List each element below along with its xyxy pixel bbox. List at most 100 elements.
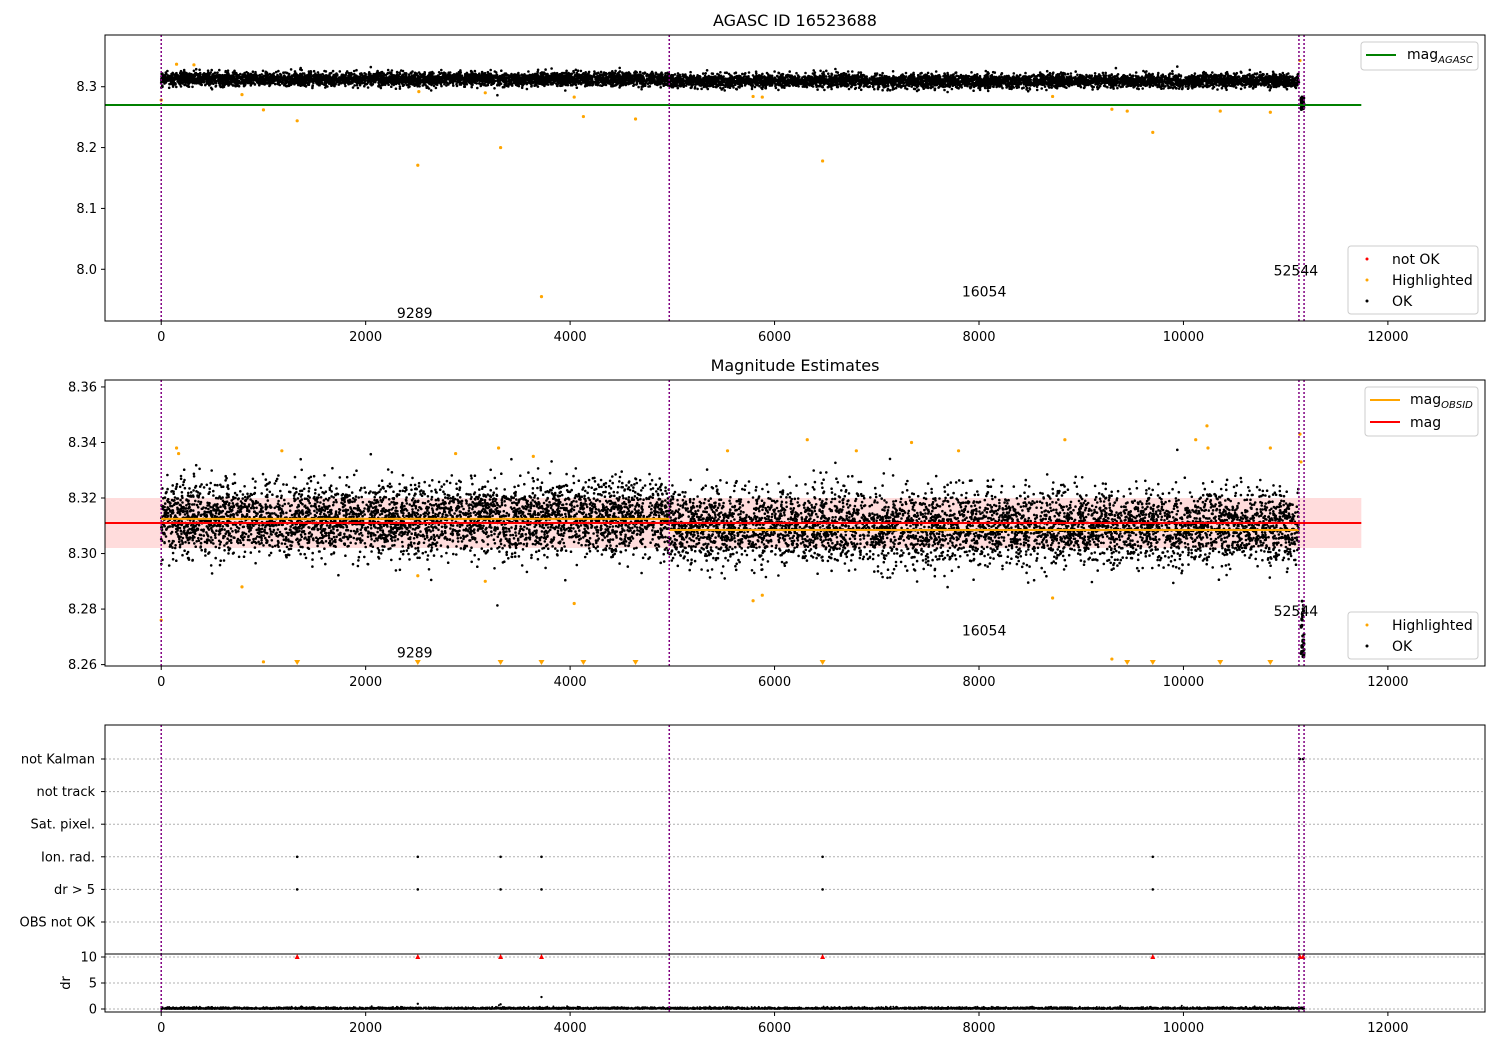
y-tick-label: 8.2 [76, 141, 97, 156]
x-tick-label: 8000 [962, 1021, 995, 1036]
y-tick-label: 0 [89, 1003, 97, 1018]
highlighted-point [1110, 657, 1114, 661]
ok-point [1300, 599, 1304, 603]
highlighted-point [1125, 109, 1129, 113]
legend-swatch-ok [1365, 644, 1369, 648]
flag-label: Ion. rad. [41, 850, 95, 865]
highlighted-point [581, 114, 586, 119]
x-tick-label: 2000 [349, 330, 382, 345]
highlighted-point [454, 451, 458, 456]
x-tick-label: 8000 [962, 675, 995, 690]
highlighted-point [956, 449, 961, 453]
highlighted-point [531, 454, 535, 458]
x-tick-label: 0 [157, 330, 165, 345]
legend-label-ok: OK [1392, 639, 1413, 655]
highlighted-point [1051, 94, 1055, 99]
highlighted-point [751, 94, 755, 99]
legend-label-highlighted: Highlighted [1392, 618, 1473, 634]
obsid-label-16054: 16054 [962, 285, 1007, 301]
obsid-label-9289: 9289 [397, 646, 433, 662]
ylabel-dr: dr [59, 976, 74, 990]
highlighted-point [1110, 107, 1114, 111]
x-tick-label: 10000 [1163, 1021, 1204, 1036]
y-tick-label: 8.34 [68, 436, 97, 451]
dr-outlier-point [540, 995, 543, 999]
highlighted-point [539, 295, 544, 299]
legend-magnitude-points: Highlighted OK [1347, 611, 1479, 660]
y-tick-label: 8.1 [76, 202, 97, 217]
highlighted-point [1151, 130, 1155, 134]
flag-point [821, 888, 824, 891]
legend-label-highlighted: Highlighted [1392, 273, 1473, 289]
highlighted-point [261, 108, 266, 112]
x-tick-label: 12000 [1367, 1021, 1408, 1036]
x-tick-label: 2000 [349, 1021, 382, 1036]
highlighted-point [295, 119, 299, 123]
flag-point [499, 888, 502, 891]
highlighted-point [1205, 424, 1209, 428]
highlighted-point [572, 601, 576, 606]
highlighted-point [854, 449, 858, 453]
x-tick-label: 10000 [1163, 330, 1204, 345]
x-tick-label: 4000 [554, 330, 587, 345]
highlighted-point [572, 95, 576, 99]
x-tick-label: 6000 [758, 1021, 791, 1036]
highlighted-point [496, 446, 501, 450]
highlighted-point [633, 117, 638, 121]
flag-point [416, 888, 420, 891]
highlighted-point [725, 449, 730, 453]
x-tick-label: 12000 [1367, 330, 1408, 345]
highlighted-point [174, 62, 179, 66]
x-tick-label: 2000 [349, 675, 382, 690]
highlighted-point [1063, 438, 1067, 442]
legend-agasc-line: magAGASC [1360, 41, 1479, 71]
y-tick-label: 8.32 [68, 492, 97, 507]
x-tick-label: 12000 [1367, 675, 1408, 690]
highlighted-point [192, 63, 196, 67]
flag-point [540, 855, 543, 859]
panel-title-magnitude: Magnitude Estimates [711, 356, 880, 375]
legend-swatch-ok [1365, 299, 1369, 303]
ok-point [1300, 623, 1304, 627]
legend-label-ok: OK [1392, 294, 1413, 310]
legend-magnitude-lines: magOBSID mag [1364, 386, 1479, 437]
flag-point [1151, 855, 1155, 859]
legend-label-mag: mag [1410, 415, 1441, 431]
flag-label: Sat. pixel. [31, 818, 95, 833]
y-tick-label: 8.26 [68, 658, 97, 673]
flag-point [295, 855, 299, 859]
highlighted-point [416, 574, 420, 578]
legend-swatch-not-ok [1365, 257, 1369, 261]
highlighted-point [760, 95, 764, 99]
highlighted-point [280, 449, 284, 453]
ok-point [1300, 650, 1304, 654]
obsid-label-16054: 16054 [962, 623, 1007, 639]
x-tick-label: 10000 [1163, 675, 1204, 690]
highlighted-point [240, 585, 244, 589]
flag-label: dr > 5 [54, 883, 95, 898]
y-tick-label: 5 [89, 977, 97, 992]
legend-agasc-points: not OK Highlighted OK [1347, 245, 1479, 315]
x-tick-label: 8000 [962, 330, 995, 345]
x-tick-label: 6000 [758, 675, 791, 690]
dr-outlier-point [499, 1003, 502, 1006]
obsid-label-52544: 52544 [1274, 263, 1319, 279]
y-tick-label: 8.30 [68, 547, 97, 562]
x-tick-label: 0 [157, 1021, 165, 1036]
figure: AGASC ID 16523688 0 2000 4000 6000 8000 10000… [0, 0, 1500, 1050]
highlighted-point [499, 145, 503, 150]
highlighted-point [483, 91, 487, 95]
highlighted-point [240, 93, 244, 97]
highlighted-point [1218, 109, 1222, 113]
legend-label-not-ok: not OK [1392, 252, 1440, 268]
highlighted-point [417, 89, 421, 94]
panel-title-agasc: AGASC ID 16523688 [713, 11, 877, 30]
highlighted-point [805, 438, 809, 442]
highlighted-point [909, 440, 914, 445]
highlighted-point [177, 451, 181, 456]
y-tick-label: 8.3 [76, 80, 97, 95]
x-tick-label: 4000 [554, 675, 587, 690]
obsid-label-9289: 9289 [397, 306, 433, 322]
flag-point [416, 855, 420, 859]
flag-label: not track [36, 785, 95, 800]
